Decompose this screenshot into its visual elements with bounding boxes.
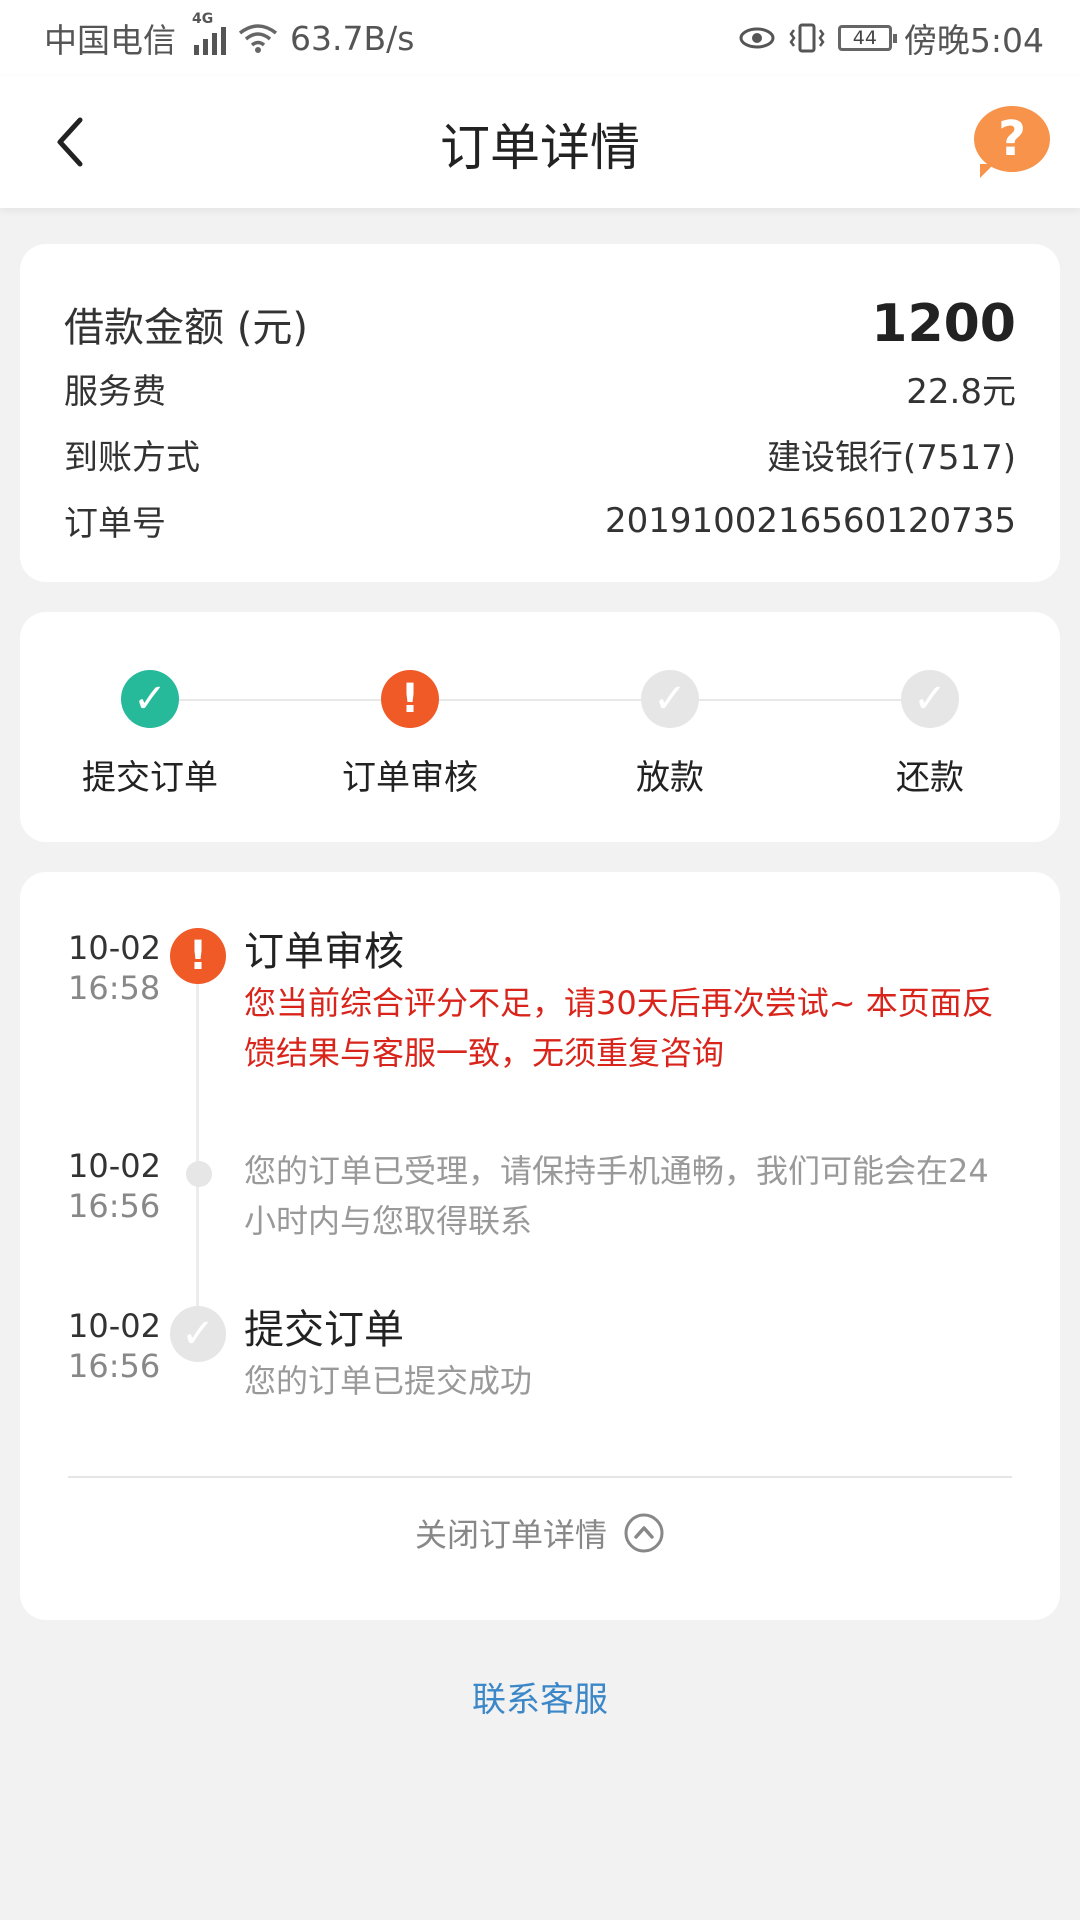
eye-icon (739, 27, 775, 49)
page-title: 订单详情 (440, 119, 640, 177)
order-number-row: 订单号 2019100216560120735 (64, 496, 1016, 545)
timeline-date: 10-02 (68, 1147, 161, 1185)
timeline-time: 16:56 (68, 1347, 161, 1385)
timeline-content: 您的订单已受理，请保持手机通畅，我们可能会在24小时内与您取得联系 (244, 1146, 1010, 1246)
timeline-desc: 您当前综合评分不足，请30天后再次尝试~ 本页面反馈结果与客服一致，无须重复咨询 (244, 984, 994, 1072)
carrier-name: 中国电信 (44, 21, 176, 60)
timeline-date: 10-02 (68, 1307, 161, 1345)
contact-service-link[interactable]: 联系客服 (0, 1672, 1080, 1721)
method-label: 到账方式 (64, 438, 200, 478)
clock: 傍晚5:04 (903, 21, 1044, 60)
order-number-label: 订单号 (64, 504, 166, 544)
step-label: 还款 (896, 758, 964, 798)
timeline-datetime: 10-02 16:56 (68, 1306, 161, 1386)
check-icon: ✓ (170, 1306, 226, 1362)
timeline-dot-icon (186, 1161, 212, 1187)
amount-label: 借款金额 (元) (64, 305, 308, 351)
alert-icon: ! (381, 670, 439, 728)
status-right: 44 傍晚5:04 (738, 14, 1044, 62)
timeline-content: 订单审核 您当前综合评分不足，请30天后再次尝试~ 本页面反馈结果与客服一致，无… (244, 926, 1010, 1078)
signal-icon: 4G (192, 11, 226, 55)
step-label: 订单审核 (342, 758, 478, 798)
check-icon: ✓ (901, 670, 959, 728)
amount-row: 借款金额 (元) 1200 (64, 294, 1016, 354)
check-icon: ✓ (641, 670, 699, 728)
step-disburse: ✓ 放款 (570, 670, 770, 799)
check-icon: ✓ (121, 670, 179, 728)
alert-icon: ! (170, 928, 226, 984)
fee-row: 服务费 22.8元 (64, 364, 1016, 413)
progress-card: ✓ 提交订单 ! 订单审核 ✓ 放款 ✓ 还款 (20, 612, 1060, 842)
fee-label: 服务费 (64, 372, 166, 412)
status-left: 中国电信 4G 63.7B/s (44, 11, 415, 62)
step-review: ! 订单审核 (310, 670, 510, 799)
wifi-icon (238, 24, 278, 53)
timeline-desc: 您的订单已提交成功 (244, 1362, 533, 1400)
step-submit: ✓ 提交订单 (50, 670, 250, 799)
fee-value: 22.8元 (906, 372, 1016, 412)
vibrate-icon (789, 23, 825, 53)
timeline-datetime: 10-02 16:56 (68, 1146, 161, 1226)
timeline-line (196, 1172, 199, 1322)
status-bar: 中国电信 4G 63.7B/s 44 傍晚5:04 (0, 0, 1080, 76)
step-repay: ✓ 还款 (830, 670, 1030, 799)
step-label: 放款 (636, 758, 704, 798)
amount-value: 1200 (871, 294, 1016, 354)
timeline-time: 16:56 (68, 1187, 161, 1225)
timeline-datetime: 10-02 16:58 (68, 928, 161, 1008)
timeline-date: 10-02 (68, 929, 161, 967)
timeline-title: 提交订单 (244, 1307, 404, 1353)
order-number-value: 2019100216560120735 (604, 500, 1016, 541)
close-details-button[interactable]: 关闭订单详情 (20, 1510, 1060, 1556)
step-label: 提交订单 (82, 758, 218, 798)
battery-icon: 44 (837, 25, 897, 51)
network-tag: 4G (192, 11, 214, 27)
timeline-desc: 您的订单已受理，请保持手机通畅，我们可能会在24小时内与您取得联系 (244, 1152, 989, 1240)
timeline-time: 16:58 (68, 969, 161, 1007)
method-row: 到账方式 建设银行(7517) (64, 430, 1016, 479)
timeline-card: 10-02 16:58 ! 订单审核 您当前综合评分不足，请30天后再次尝试~ … (20, 872, 1060, 1620)
help-button[interactable]: ? (974, 106, 1050, 178)
method-value: 建设银行(7517) (766, 438, 1016, 478)
chevron-up-circle-icon (624, 1513, 664, 1553)
timeline-content: 提交订单 您的订单已提交成功 (244, 1304, 1010, 1406)
loan-summary-card: 借款金额 (元) 1200 服务费 22.8元 到账方式 建设银行(7517) … (20, 244, 1060, 582)
nav-bar: 订单详情 ? (0, 76, 1080, 208)
divider (68, 1476, 1012, 1478)
network-speed: 63.7B/s (290, 18, 415, 58)
close-details-label: 关闭订单详情 (414, 1516, 607, 1554)
timeline-title: 订单审核 (244, 929, 404, 975)
